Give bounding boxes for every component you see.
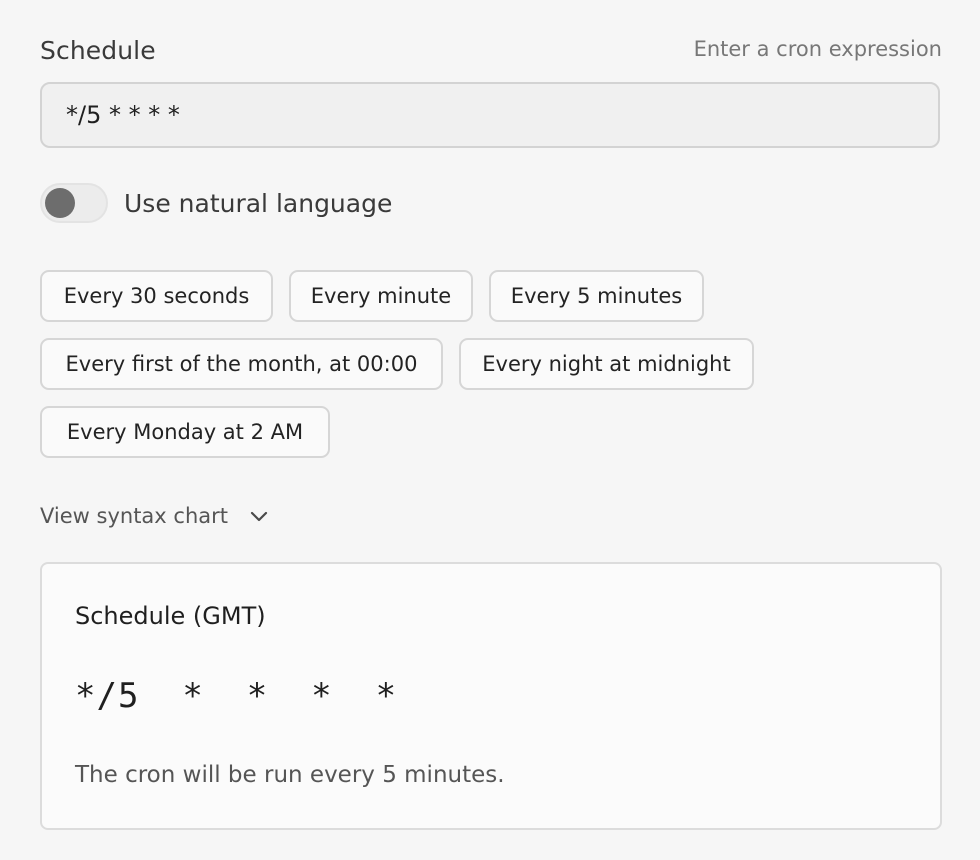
summary-expression: */5 * * * *	[75, 676, 398, 716]
cron-hint: Enter a cron expression	[693, 37, 942, 61]
natural-language-label: Use natural language	[124, 188, 393, 218]
schedule-header: Schedule Enter a cron expression	[40, 34, 942, 74]
chevron-down-icon	[248, 505, 270, 527]
preset-every-30-seconds[interactable]: Every 30 seconds	[40, 270, 273, 322]
preset-every-5-minutes[interactable]: Every 5 minutes	[489, 270, 704, 322]
natural-language-toggle[interactable]	[40, 183, 108, 223]
summary-title: Schedule (GMT)	[75, 602, 266, 630]
view-syntax-chart-button[interactable]: View syntax chart	[40, 500, 270, 532]
schedule-summary-card: Schedule (GMT) */5 * * * * The cron will…	[40, 562, 942, 830]
schedule-label: Schedule	[40, 36, 156, 65]
preset-every-night-midnight[interactable]: Every night at midnight	[459, 338, 754, 390]
cron-expression-input[interactable]	[40, 82, 940, 148]
preset-every-monday-2am[interactable]: Every Monday at 2 AM	[40, 406, 330, 458]
view-syntax-chart-label: View syntax chart	[40, 504, 228, 528]
preset-first-of-month[interactable]: Every first of the month, at 00:00	[40, 338, 443, 390]
preset-every-minute[interactable]: Every minute	[289, 270, 473, 322]
summary-description: The cron will be run every 5 minutes.	[75, 762, 505, 788]
toggle-knob	[45, 188, 75, 218]
natural-language-row: Use natural language	[40, 181, 392, 225]
